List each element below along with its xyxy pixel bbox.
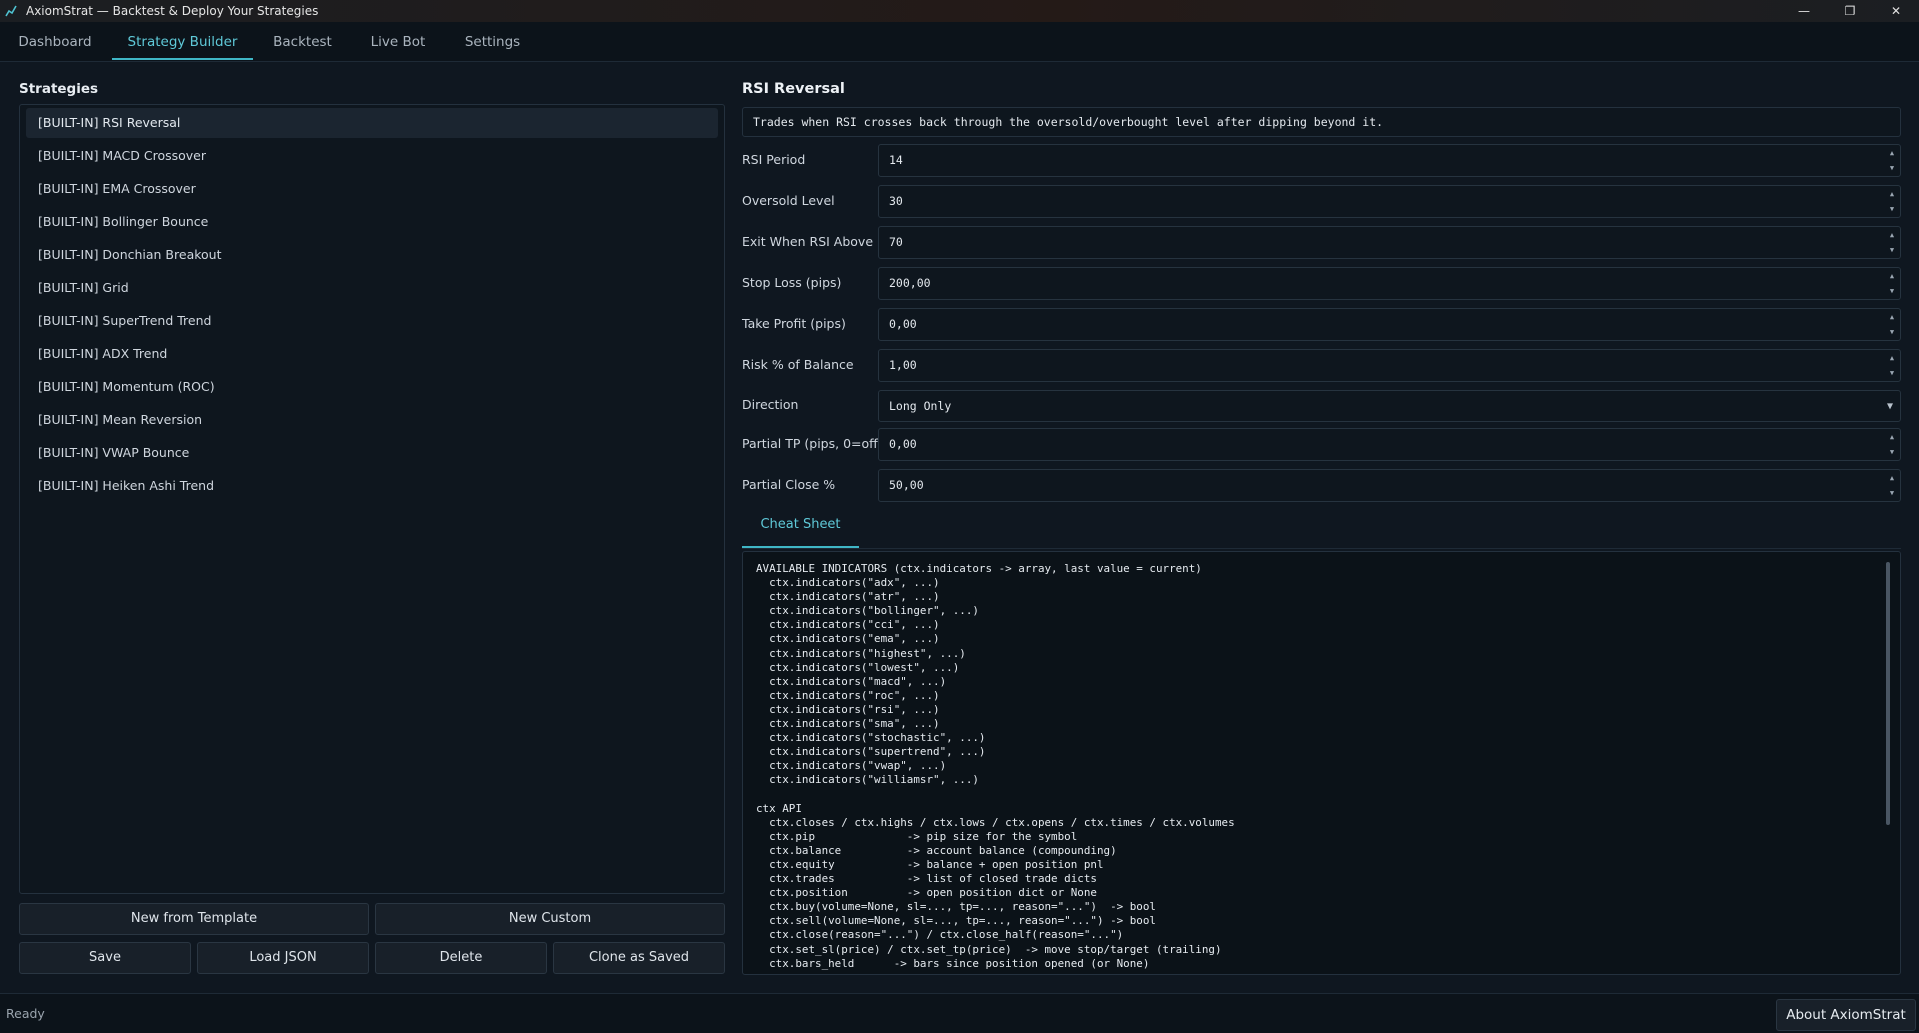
oversold-level-label: Oversold Level (742, 193, 835, 208)
tab-divider (742, 548, 1901, 549)
cheat-sheet-text: AVAILABLE INDICATORS (ctx.indicators -> … (756, 562, 1235, 970)
title-bar: AxiomStrat — Backtest & Deploy Your Stra… (0, 0, 1919, 22)
new-custom-button[interactable]: New Custom (375, 903, 725, 935)
active-tab-indicator (112, 58, 253, 60)
tab-cheat-sheet[interactable]: Cheat Sheet (742, 509, 859, 540)
take-profit-label: Take Profit (pips) (742, 316, 846, 331)
clone-as-saved-button[interactable]: Clone as Saved (553, 942, 725, 974)
scrollbar-thumb[interactable] (1886, 562, 1890, 825)
list-item[interactable]: [BUILT-IN] Mean Reversion (26, 405, 718, 435)
restore-button[interactable]: ❐ (1827, 0, 1873, 22)
risk-percent-input[interactable]: 1,00 ▲ ▼ (878, 349, 1901, 382)
list-item[interactable]: [BUILT-IN] SuperTrend Trend (26, 306, 718, 336)
list-item[interactable]: [BUILT-IN] RSI Reversal (26, 108, 718, 138)
tab-live-bot[interactable]: Live Bot (358, 22, 438, 62)
partial-close-input[interactable]: 50,00 ▲ ▼ (878, 469, 1901, 502)
stop-loss-value: 200,00 (889, 276, 931, 290)
risk-percent-label: Risk % of Balance (742, 357, 854, 372)
direction-value: Long Only (889, 399, 952, 413)
risk-percent-value: 1,00 (889, 358, 917, 372)
list-item[interactable]: [BUILT-IN] EMA Crossover (26, 174, 718, 204)
delete-button[interactable]: Delete (375, 942, 547, 974)
spin-arrows-icon[interactable]: ▲ ▼ (1887, 472, 1897, 499)
about-button[interactable]: About AxiomStrat (1776, 999, 1916, 1031)
stop-loss-label: Stop Loss (pips) (742, 275, 842, 290)
strategies-heading: Strategies (19, 81, 99, 97)
exit-rsi-label: Exit When RSI Above (742, 234, 874, 249)
new-from-template-button[interactable]: New from Template (19, 903, 369, 935)
spin-arrows-icon[interactable]: ▲ ▼ (1887, 147, 1897, 174)
stop-loss-input[interactable]: 200,00 ▲ ▼ (878, 267, 1901, 300)
status-text: Ready (6, 1006, 45, 1021)
save-button[interactable]: Save (19, 942, 191, 974)
strategy-detail-panel: RSI Reversal Trades when RSI crosses bac… (735, 71, 1919, 991)
tab-settings[interactable]: Settings (456, 22, 529, 62)
strategies-panel: Strategies [BUILT-IN] RSI Reversal [BUIL… (8, 71, 727, 991)
strategy-list[interactable]: [BUILT-IN] RSI Reversal [BUILT-IN] MACD … (19, 104, 725, 894)
partial-tp-value: 0,00 (889, 437, 917, 451)
tab-backtest[interactable]: Backtest (265, 22, 340, 62)
spin-arrows-icon[interactable]: ▲ ▼ (1887, 431, 1897, 458)
list-item[interactable]: [BUILT-IN] Bollinger Bounce (26, 207, 718, 237)
minimize-button[interactable]: — (1781, 0, 1827, 22)
take-profit-input[interactable]: 0,00 ▲ ▼ (878, 308, 1901, 341)
list-item[interactable]: [BUILT-IN] MACD Crossover (26, 141, 718, 171)
partial-tp-label: Partial TP (pips, 0=off) (742, 436, 883, 451)
close-window-button[interactable]: ✕ (1873, 0, 1919, 22)
list-item[interactable]: [BUILT-IN] Momentum (ROC) (26, 372, 718, 402)
list-item[interactable]: [BUILT-IN] Grid (26, 273, 718, 303)
list-item[interactable]: [BUILT-IN] Heiken Ashi Trend (26, 471, 718, 501)
spin-arrows-icon[interactable]: ▲ ▼ (1887, 270, 1897, 297)
partial-close-label: Partial Close % (742, 477, 836, 492)
partial-tp-input[interactable]: 0,00 ▲ ▼ (878, 428, 1901, 461)
take-profit-value: 0,00 (889, 317, 917, 331)
list-item[interactable]: [BUILT-IN] VWAP Bounce (26, 438, 718, 468)
oversold-level-value: 30 (889, 194, 903, 208)
direction-select[interactable]: Long Only ▼ (878, 390, 1901, 422)
cheat-sheet-panel[interactable]: AVAILABLE INDICATORS (ctx.indicators -> … (742, 551, 1901, 975)
oversold-level-input[interactable]: 30 ▲ ▼ (878, 185, 1901, 218)
chevron-down-icon: ▼ (1886, 401, 1893, 412)
active-tab-indicator (742, 546, 859, 548)
load-json-button[interactable]: Load JSON (197, 942, 369, 974)
rsi-period-input[interactable]: 14 ▲ ▼ (878, 144, 1901, 177)
tab-dashboard[interactable]: Dashboard (10, 22, 100, 62)
tab-strategy-builder[interactable]: Strategy Builder (112, 22, 253, 62)
app-logo-icon (4, 4, 18, 18)
window-title: AxiomStrat — Backtest & Deploy Your Stra… (26, 4, 319, 18)
exit-rsi-input[interactable]: 70 ▲ ▼ (878, 226, 1901, 259)
rsi-period-value: 14 (889, 153, 903, 167)
strategy-title: RSI Reversal (742, 81, 845, 97)
main-tab-bar: Dashboard Strategy Builder Backtest Live… (0, 22, 1919, 62)
exit-rsi-value: 70 (889, 235, 903, 249)
spin-arrows-icon[interactable]: ▲ ▼ (1887, 352, 1897, 379)
spin-arrows-icon[interactable]: ▲ ▼ (1887, 188, 1897, 215)
rsi-period-label: RSI Period (742, 152, 806, 167)
direction-label: Direction (742, 397, 799, 412)
spin-arrows-icon[interactable]: ▲ ▼ (1887, 311, 1897, 338)
status-bar: Ready About AxiomStrat (0, 993, 1919, 1033)
spin-arrows-icon[interactable]: ▲ ▼ (1887, 229, 1897, 256)
list-item[interactable]: [BUILT-IN] ADX Trend (26, 339, 718, 369)
strategy-description[interactable]: Trades when RSI crosses back through the… (742, 107, 1901, 137)
partial-close-value: 50,00 (889, 478, 924, 492)
list-item[interactable]: [BUILT-IN] Donchian Breakout (26, 240, 718, 270)
